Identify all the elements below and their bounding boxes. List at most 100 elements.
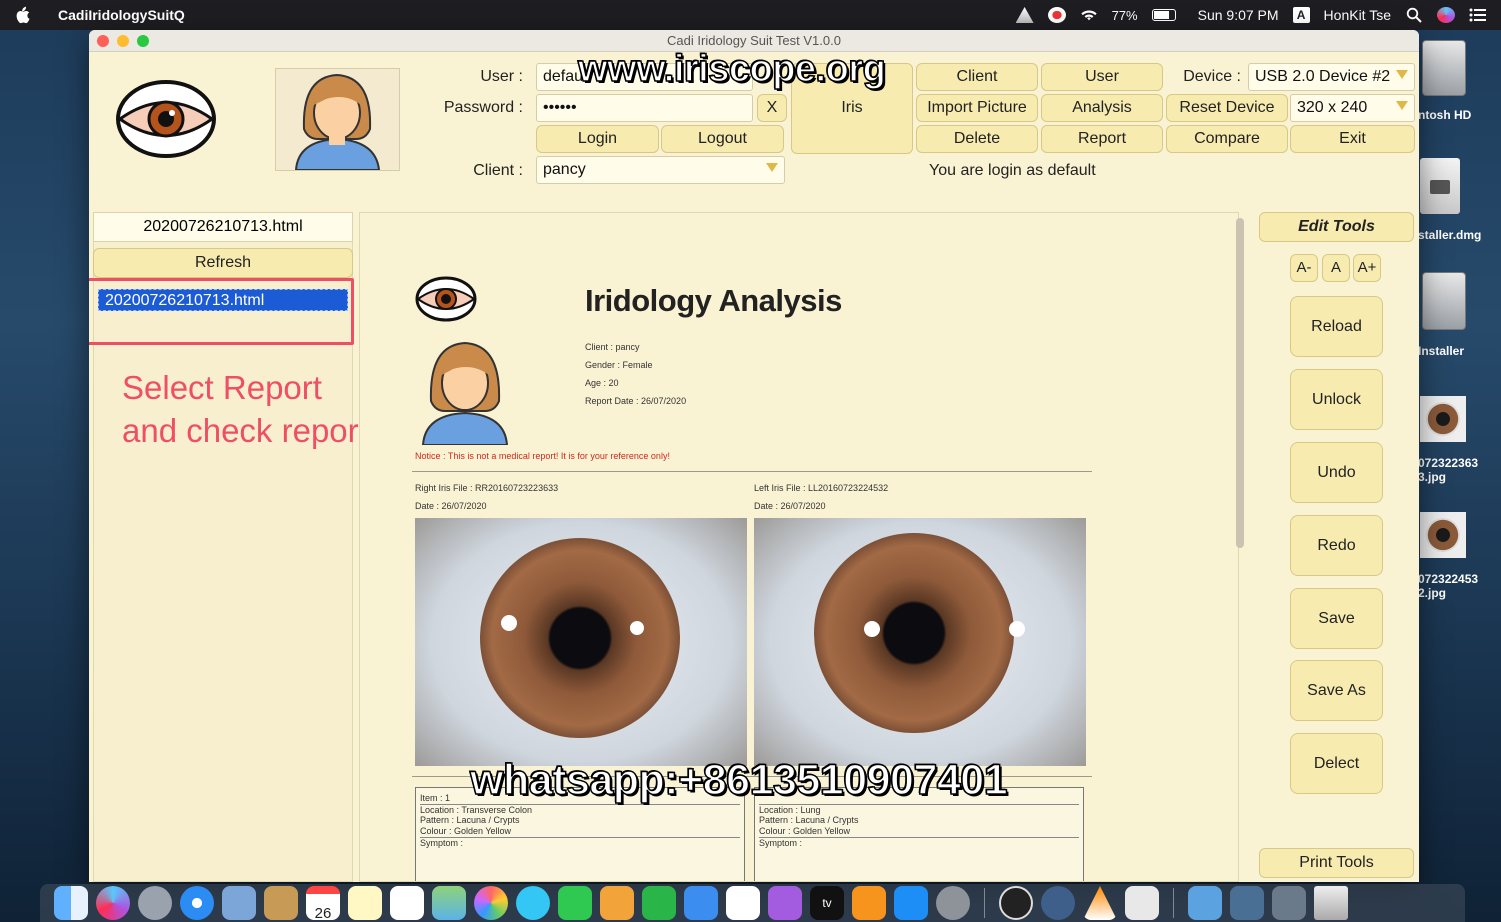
maps-icon[interactable] bbox=[432, 886, 466, 920]
left-symptom: Symptom : bbox=[759, 838, 803, 848]
keynote-icon[interactable] bbox=[600, 886, 634, 920]
tv-icon[interactable]: tv bbox=[810, 886, 844, 920]
obs-icon[interactable] bbox=[999, 886, 1033, 920]
downloads-folder-icon[interactable] bbox=[1188, 886, 1222, 920]
clock[interactable]: Sun 9:07 PM bbox=[1198, 7, 1279, 23]
finder-icon[interactable] bbox=[54, 886, 88, 920]
calendar-icon[interactable]: 26 bbox=[306, 886, 340, 922]
desktop-item-installer[interactable]: Installer bbox=[1418, 272, 1501, 358]
siri-icon[interactable] bbox=[96, 886, 130, 920]
chevron-down-icon bbox=[1396, 70, 1408, 79]
compare-button[interactable]: Compare bbox=[1166, 125, 1288, 153]
report-eye-logo-icon bbox=[415, 276, 477, 322]
password-field[interactable]: •••••• bbox=[536, 94, 753, 122]
font-larger-button[interactable]: A+ bbox=[1353, 254, 1381, 282]
music-icon[interactable] bbox=[726, 886, 760, 920]
resolution-select[interactable]: 320 x 240 bbox=[1290, 94, 1415, 122]
exit-button[interactable]: Exit bbox=[1290, 125, 1415, 153]
recent-stack-icon[interactable] bbox=[1272, 886, 1306, 920]
print-tools-button[interactable]: Print Tools bbox=[1259, 848, 1414, 878]
import-picture-button[interactable]: Import Picture bbox=[916, 94, 1038, 122]
report-age: Age : 20 bbox=[585, 378, 619, 388]
edit-tools-header: Edit Tools bbox=[1259, 212, 1414, 242]
dmg-icon bbox=[1420, 158, 1460, 214]
launchpad-icon[interactable] bbox=[138, 886, 172, 920]
report-gender: Gender : Female bbox=[585, 360, 653, 370]
left-iris-info: Left Iris File : LL20160723224532 Date :… bbox=[754, 479, 888, 515]
timemachine-icon[interactable] bbox=[1015, 7, 1034, 23]
redo-button[interactable]: Redo bbox=[1290, 515, 1383, 576]
desktop-item-jpg1[interactable]: 072322363 3.jpg bbox=[1418, 396, 1501, 484]
save-button[interactable]: Save bbox=[1290, 588, 1383, 649]
female-avatar-icon bbox=[294, 73, 381, 171]
chevron-down-icon bbox=[766, 163, 778, 172]
preview-icon[interactable] bbox=[222, 886, 256, 920]
delect-button[interactable]: Delect bbox=[1290, 733, 1383, 794]
right-iris-image bbox=[415, 518, 747, 766]
reminders-icon[interactable] bbox=[390, 886, 424, 920]
notification-center-icon[interactable] bbox=[1469, 7, 1487, 23]
website-watermark: www.iriscope.org bbox=[577, 47, 886, 91]
screen-record-icon[interactable] bbox=[1047, 7, 1066, 23]
login-button[interactable]: Login bbox=[536, 125, 659, 153]
siri-icon[interactable] bbox=[1437, 7, 1455, 23]
numbers-icon[interactable] bbox=[642, 886, 676, 920]
wifi-icon[interactable] bbox=[1080, 7, 1098, 23]
trash-icon[interactable] bbox=[1314, 886, 1348, 920]
system-preferences-icon[interactable] bbox=[936, 886, 970, 920]
password-label: Password : bbox=[443, 99, 523, 116]
report-scrollbar[interactable] bbox=[1236, 218, 1244, 548]
user-menu[interactable]: HonKit Tse bbox=[1324, 7, 1391, 23]
podcasts-icon[interactable] bbox=[768, 886, 802, 920]
left-location: Location : Lung bbox=[759, 805, 821, 815]
unlock-button[interactable]: Unlock bbox=[1290, 369, 1383, 430]
window-title: Cadi Iridology Suit Test V1.0.0 bbox=[667, 33, 841, 48]
spotlight-search-icon[interactable] bbox=[1405, 7, 1423, 23]
resolution-select-value: 320 x 240 bbox=[1297, 99, 1368, 116]
cadi-app-icon[interactable] bbox=[1041, 886, 1075, 920]
desktop-item-hd[interactable]: ntosh HD bbox=[1418, 40, 1501, 122]
hard-disk-icon bbox=[1422, 40, 1466, 96]
left-iris-date: Date : 26/07/2020 bbox=[754, 501, 826, 511]
font-smaller-button[interactable]: A- bbox=[1290, 254, 1318, 282]
reset-device-button[interactable]: Reset Device bbox=[1166, 94, 1288, 122]
reload-button[interactable]: Reload bbox=[1290, 296, 1383, 357]
device-select-value: USB 2.0 Device #2 bbox=[1255, 68, 1391, 85]
notes-icon[interactable] bbox=[348, 886, 382, 920]
font-normal-button[interactable]: A bbox=[1322, 254, 1350, 282]
pages-icon[interactable] bbox=[684, 886, 718, 920]
screenshot-stack-icon[interactable] bbox=[1230, 886, 1264, 920]
vlc-icon[interactable] bbox=[1083, 886, 1117, 920]
document-icon[interactable] bbox=[1125, 886, 1159, 920]
clear-password-button[interactable]: X bbox=[757, 94, 787, 122]
logout-button[interactable]: Logout bbox=[661, 125, 784, 153]
client-select[interactable]: pancy bbox=[536, 156, 785, 184]
user-button[interactable]: User bbox=[1041, 63, 1163, 91]
safari-icon[interactable] bbox=[180, 886, 214, 920]
undo-button[interactable]: Undo bbox=[1290, 442, 1383, 503]
books-icon[interactable] bbox=[852, 886, 886, 920]
desktop-item-jpg2[interactable]: 072322453 2.jpg bbox=[1418, 512, 1501, 600]
delete-button[interactable]: Delete bbox=[916, 125, 1038, 153]
input-source-icon[interactable]: A bbox=[1292, 7, 1310, 23]
chevron-down-icon bbox=[1396, 101, 1408, 110]
desktop-item-dmg[interactable]: staller.dmg bbox=[1418, 158, 1501, 242]
save-as-button[interactable]: Save As bbox=[1290, 660, 1383, 721]
analysis-button[interactable]: Analysis bbox=[1041, 94, 1163, 122]
app-store-icon[interactable] bbox=[894, 886, 928, 920]
messages-icon[interactable] bbox=[516, 886, 550, 920]
client-button[interactable]: Client bbox=[916, 63, 1038, 91]
left-pattern: Pattern : Lacuna / Crypts bbox=[759, 815, 859, 825]
report-date: Report Date : 26/07/2020 bbox=[585, 396, 687, 406]
app-name-menu[interactable]: CadiIridologySuitQ bbox=[58, 7, 185, 23]
refresh-button[interactable]: Refresh bbox=[93, 248, 353, 278]
facetime-icon[interactable] bbox=[558, 886, 592, 920]
image-thumbnail-icon bbox=[1420, 512, 1466, 558]
notes-folder-icon[interactable] bbox=[264, 886, 298, 920]
client-select-value: pancy bbox=[543, 161, 586, 178]
report-button[interactable]: Report bbox=[1041, 125, 1163, 153]
photos-icon[interactable] bbox=[474, 886, 508, 920]
battery-icon[interactable] bbox=[1151, 9, 1176, 21]
apple-icon[interactable] bbox=[14, 6, 30, 24]
device-select[interactable]: USB 2.0 Device #2 bbox=[1248, 63, 1415, 91]
